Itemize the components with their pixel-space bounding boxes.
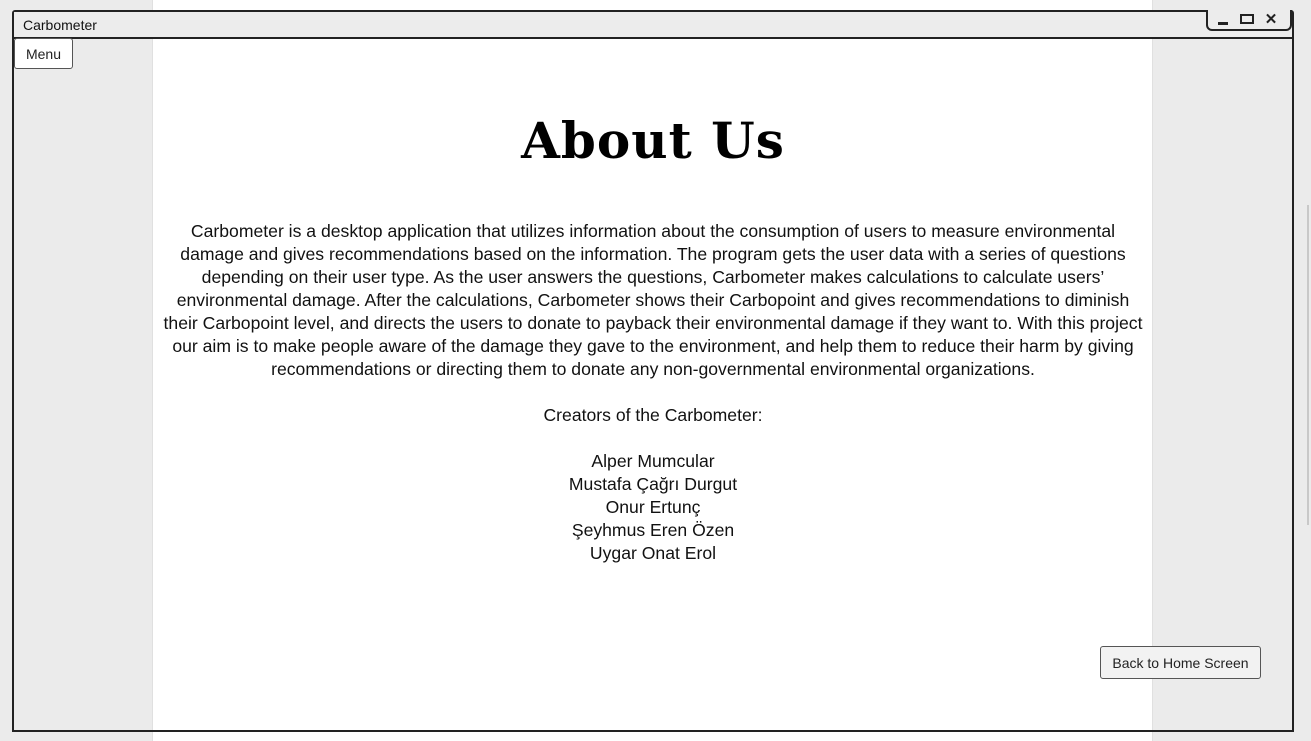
menu-button[interactable]: Menu	[14, 38, 73, 69]
creator-name: Uygar Onat Erol	[589, 543, 717, 563]
window-title: Carbometer	[23, 17, 97, 33]
creator-name: Şeyhmus Eren Özen	[571, 520, 735, 540]
minimize-icon	[1218, 21, 1228, 25]
scrollbar[interactable]	[1307, 205, 1309, 525]
creator-name: Mustafa Çağrı Durgut	[568, 474, 738, 494]
page-title: About Us	[521, 111, 785, 170]
back-to-home-button[interactable]: Back to Home Screen	[1100, 646, 1261, 679]
close-button[interactable]: ✕	[1260, 10, 1282, 28]
creators-heading: Creators of the Carbometer:	[543, 405, 763, 425]
creators-list: Alper Mumcular Mustafa Çağrı Durgut Onur…	[14, 450, 1292, 565]
window-controls: ✕	[1206, 10, 1292, 31]
creator-name: Onur Ertunç	[605, 497, 701, 517]
maximize-button[interactable]	[1236, 10, 1258, 28]
creator-name: Alper Mumcular	[591, 451, 715, 471]
main-content: Menu About Us Carbometer is a desktop ap…	[14, 38, 1292, 732]
about-description: Carbometer is a desktop application that…	[163, 221, 1143, 379]
app-window: Carbometer ✕ Menu About Us Carbometer is…	[12, 10, 1294, 732]
close-icon: ✕	[1264, 10, 1278, 28]
minimize-button[interactable]	[1212, 10, 1234, 28]
title-bar: Carbometer ✕	[14, 10, 1292, 39]
maximize-icon	[1240, 14, 1254, 24]
